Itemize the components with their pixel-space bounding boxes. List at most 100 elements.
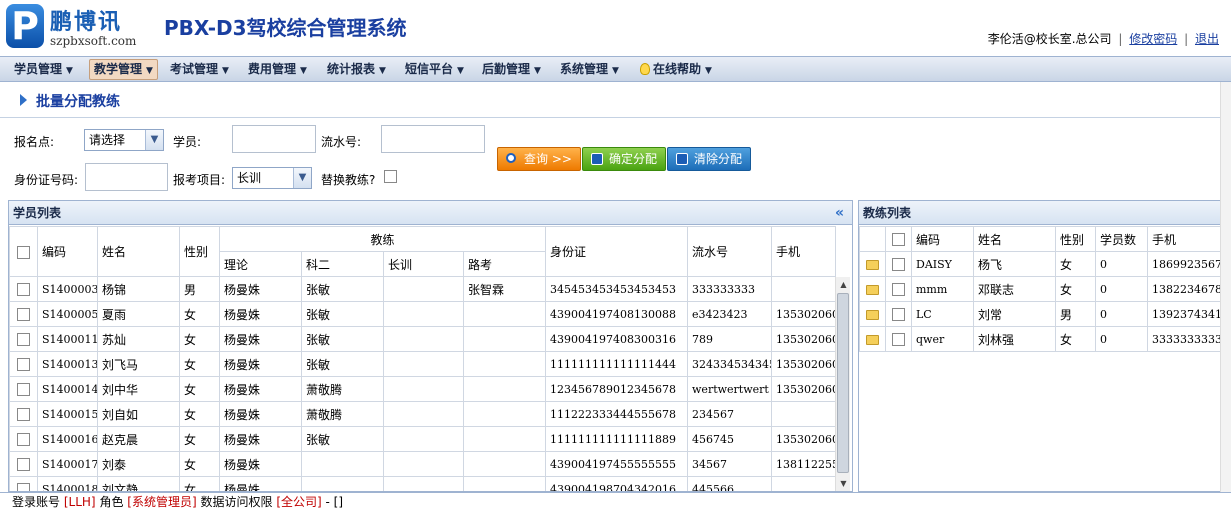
menu-statistics[interactable]: 统计报表 ▼ — [323, 59, 390, 80]
table-row[interactable]: S1400011 苏灿女杨曼姝 张敏 439004197408300316 789 135… — [9, 326, 837, 352]
signup-point-label: 报名点: — [14, 135, 55, 149]
menu-student-management[interactable]: 学员管理 ▼ — [10, 59, 77, 80]
cell-road-test — [462, 326, 547, 352]
row-checkbox[interactable] — [17, 283, 30, 296]
table-row[interactable]: LC 刘常男 0 13923743410 — [859, 301, 1221, 327]
confirm-label: 确定分配 — [609, 152, 658, 166]
student-label: 学员: — [173, 135, 202, 149]
student-list-scrollbar[interactable]: ▲ ▼ — [835, 277, 850, 491]
cell-id-card: 345453453453453453 — [545, 276, 689, 302]
chevron-down-icon: ▼ — [145, 130, 163, 150]
menu-sms-platform[interactable]: 短信平台 ▼ — [401, 59, 468, 80]
page-scrollbar[interactable] — [1220, 82, 1231, 492]
table-row[interactable]: mmm 邓联志女 0 13822346789 — [859, 276, 1221, 302]
project-value: 长训 — [237, 171, 262, 185]
table-row[interactable]: S1400003 杨锦男杨曼姝 张敏 张智霖 345453453453453453 333… — [9, 276, 837, 302]
change-password-link[interactable]: 修改密码 — [1129, 32, 1177, 46]
table-row[interactable]: S1400015 刘自如女杨曼姝 萧敬腾 111222333444555678 2345… — [9, 401, 837, 427]
replace-coach-checkbox[interactable] — [384, 170, 397, 183]
menu-online-help[interactable]: 在线帮助 ▼ — [636, 59, 716, 80]
cell-long-training — [383, 401, 464, 427]
scroll-down-icon[interactable]: ▼ — [836, 476, 851, 491]
serial-input[interactable] — [381, 125, 485, 153]
table-row[interactable]: S1400018 刘文静女杨曼姝 439004198704342016 445566 — [9, 476, 837, 491]
cell-theory: 杨曼姝 — [219, 276, 302, 302]
cell-id-card: 111111111111111889 — [545, 426, 689, 452]
cell-code: S1400016 — [37, 426, 98, 452]
row-checkbox[interactable] — [17, 458, 30, 471]
student-list-panel: 学员列表 « 编码 姓名 性别 教练 身份证 流水号 手机 理论 科二 长训 路… — [8, 200, 853, 492]
table-row[interactable]: S1400014 刘中华女杨曼姝 萧敬腾 123456789012345678 wert… — [9, 376, 837, 402]
row-folder-cell — [859, 326, 886, 352]
cell-code: S1400017 — [37, 451, 98, 477]
menu-label: 短信平台 — [405, 62, 454, 76]
coach-list-header: 教练列表 — [859, 201, 1221, 225]
row-checkbox[interactable] — [17, 433, 30, 446]
table-row[interactable]: DAISY 杨飞女 0 18699235678 — [859, 251, 1221, 277]
row-checkbox[interactable] — [892, 333, 905, 346]
cell-gender: 女 — [179, 301, 220, 327]
folder-icon[interactable] — [866, 309, 879, 320]
folder-icon[interactable] — [866, 334, 879, 345]
scroll-thumb[interactable] — [837, 293, 849, 473]
menu-fee-management[interactable]: 费用管理 ▼ — [244, 59, 311, 80]
status-tail: - [] — [325, 495, 344, 509]
cell-gender: 女 — [179, 451, 220, 477]
table-row[interactable]: qwer 刘林强女 0 33333333333 — [859, 326, 1221, 352]
cell-serial: e3423423 — [687, 301, 773, 327]
cell-serial: 34567 — [687, 451, 773, 477]
signup-point-select[interactable]: 请选择 ▼ — [84, 129, 164, 151]
folder-icon[interactable] — [866, 284, 879, 295]
table-row[interactable]: S1400016 赵克晨女杨曼姝 张敏 111111111111111889 45674… — [9, 426, 837, 452]
row-checkbox[interactable] — [17, 383, 30, 396]
row-checkbox[interactable] — [17, 308, 30, 321]
cell-theory: 杨曼姝 — [219, 401, 302, 427]
row-checkbox[interactable] — [892, 308, 905, 321]
project-select[interactable]: 长训 ▼ — [232, 167, 312, 189]
menu-logistics[interactable]: 后勤管理 ▼ — [478, 59, 545, 80]
logo-p-icon: P — [6, 4, 44, 48]
confirm-assign-button[interactable]: 确定分配 — [582, 147, 667, 171]
row-checkbox[interactable] — [17, 483, 30, 491]
user-area: 李伦活@校长室.总公司 | 修改密码 | 退出 — [988, 30, 1219, 47]
cell-phone: 33333333333 — [1147, 326, 1221, 352]
col-folder — [859, 226, 886, 252]
header-row: 编码 姓名 性别 教练 身份证 流水号 手机 — [9, 226, 837, 277]
row-select-cell — [9, 401, 38, 427]
scroll-up-icon[interactable]: ▲ — [836, 277, 851, 292]
row-checkbox[interactable] — [17, 408, 30, 421]
row-checkbox[interactable] — [17, 333, 30, 346]
cell-subject2 — [301, 476, 384, 491]
col-gender: 性别 — [179, 226, 220, 277]
menu-system-management[interactable]: 系统管理 ▼ — [556, 59, 623, 80]
select-all-checkbox[interactable] — [892, 233, 905, 246]
table-row[interactable]: S1400005 夏雨女杨曼姝 张敏 439004197408130088 e34234… — [9, 301, 837, 327]
triangle-right-icon — [20, 94, 27, 106]
table-row[interactable]: S1400017 刘泰女杨曼姝 439004197455555555 34567 138… — [9, 451, 837, 477]
query-label: 查询 >> — [524, 152, 572, 166]
row-checkbox[interactable] — [892, 283, 905, 296]
folder-icon[interactable] — [866, 259, 879, 270]
clear-assign-button[interactable]: 清除分配 — [667, 147, 752, 171]
row-select-cell — [9, 301, 38, 327]
table-row[interactable]: S1400013 刘飞马女杨曼姝 张敏 111111111111111444 32433… — [9, 351, 837, 377]
cell-gender: 男 — [179, 276, 220, 302]
page-title: 批量分配教练 — [36, 94, 120, 110]
menu-teaching-management[interactable]: 教学管理 ▼ — [89, 59, 158, 80]
system-title: PBX-D3驾校综合管理系统 — [164, 16, 407, 40]
logout-link[interactable]: 退出 — [1195, 32, 1219, 46]
menu-exam-management[interactable]: 考试管理 ▼ — [166, 59, 233, 80]
header-row: 编码 姓名 性别 学员数 手机 — [859, 226, 1221, 252]
student-input[interactable] — [232, 125, 316, 153]
menu-label: 教学管理 — [94, 62, 143, 76]
select-all-checkbox[interactable] — [17, 245, 30, 259]
id-card-input[interactable] — [85, 163, 168, 191]
caret-down-icon: ▼ — [300, 66, 307, 76]
collapse-icon[interactable]: « — [835, 201, 844, 225]
row-checkbox[interactable] — [17, 358, 30, 371]
scope-value: [全公司] — [276, 495, 322, 509]
query-button[interactable]: 查询 >> — [497, 147, 581, 171]
replace-coach-label: 替换教练? — [321, 173, 376, 187]
row-checkbox[interactable] — [892, 258, 905, 271]
cell-long-training — [383, 326, 464, 352]
